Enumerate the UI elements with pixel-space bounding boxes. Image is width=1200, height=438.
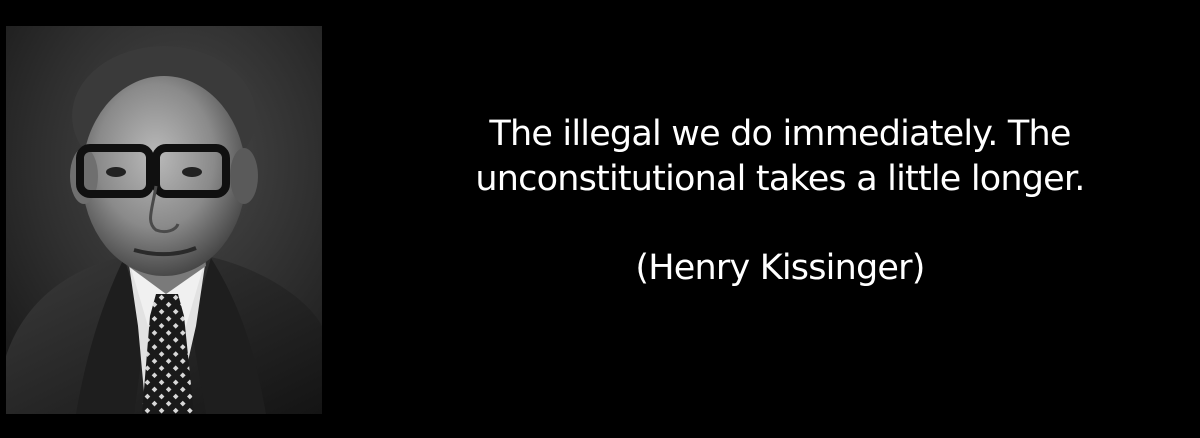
quote-line-2: unconstitutional takes a little longer. — [475, 159, 1085, 199]
quote-text-block: The illegal we do immediately. The uncon… — [360, 112, 1200, 291]
portrait-photo — [6, 26, 322, 414]
quote-attribution: (Henry Kissinger) — [635, 248, 925, 288]
portrait-illustration — [6, 26, 322, 414]
quote-line-1: The illegal we do immediately. The — [489, 114, 1071, 154]
quote-card: The illegal we do immediately. The uncon… — [0, 0, 1200, 438]
